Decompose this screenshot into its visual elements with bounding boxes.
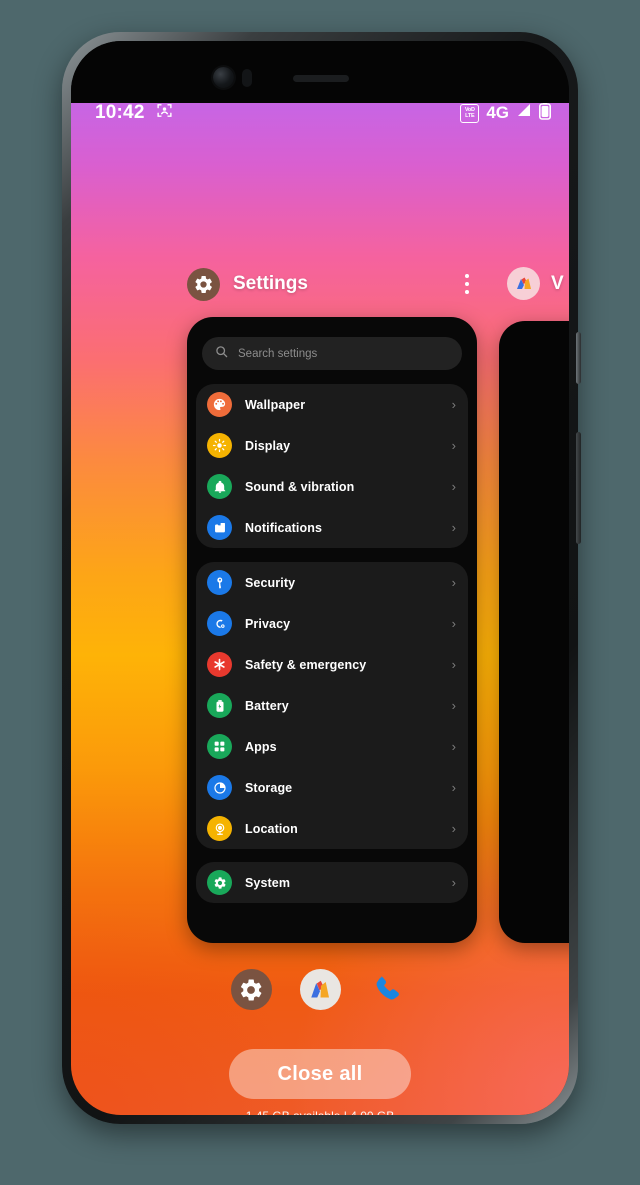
chevron-right-icon: › bbox=[451, 657, 456, 672]
settings-row-wallpaper[interactable]: Wallpaper › bbox=[196, 384, 468, 425]
notification-box-icon bbox=[207, 515, 232, 540]
settings-group-3: System › bbox=[196, 862, 468, 903]
settings-row-label: Security bbox=[245, 575, 296, 590]
memory-status-label: 1.45 GB available | 4.00 GB bbox=[71, 1109, 569, 1115]
settings-row-privacy[interactable]: Privacy › bbox=[196, 603, 468, 644]
proximity-sensor-icon bbox=[242, 69, 252, 87]
settings-row-label: Battery bbox=[245, 698, 289, 713]
palette-icon bbox=[207, 392, 232, 417]
settings-row-label: Notifications bbox=[245, 520, 322, 535]
settings-row-label: Location bbox=[245, 821, 298, 836]
settings-row-location[interactable]: Location › bbox=[196, 808, 468, 849]
brightness-icon bbox=[207, 433, 232, 458]
chevron-right-icon: › bbox=[451, 616, 456, 631]
top-bezel bbox=[71, 41, 569, 103]
status-bar-clock: 10:42 bbox=[95, 102, 145, 123]
settings-group-2: Security › Privacy › Safety & emergency … bbox=[196, 562, 468, 849]
volte-icon-bottom: LTE bbox=[465, 113, 475, 119]
phone-handset-icon bbox=[376, 975, 399, 999]
recents-card-header[interactable]: Settings bbox=[187, 265, 477, 303]
settings-row-label: Safety & emergency bbox=[245, 657, 367, 672]
card-app-title: Settings bbox=[233, 273, 308, 294]
kebab-menu-icon[interactable] bbox=[457, 272, 477, 296]
settings-row-label: Sound & vibration bbox=[245, 479, 355, 494]
settings-row-sound-vibration[interactable]: Sound & vibration › bbox=[196, 466, 468, 507]
search-input-placeholder: Search settings bbox=[238, 347, 318, 360]
settings-row-display[interactable]: Display › bbox=[196, 425, 468, 466]
privacy-hand-icon bbox=[207, 611, 232, 636]
volte-icon: VoD LTE bbox=[460, 103, 480, 123]
mapsme-app-icon bbox=[507, 267, 540, 300]
asterisk-icon bbox=[207, 652, 232, 677]
location-pin-icon bbox=[207, 816, 232, 841]
kebab-dot bbox=[465, 274, 469, 278]
chevron-right-icon: › bbox=[451, 479, 456, 494]
chevron-right-icon: › bbox=[451, 438, 456, 453]
key-icon bbox=[207, 570, 232, 595]
phone-device-frame: 10:42 VoD LTE 4G Settings V Search setti… bbox=[62, 32, 581, 1124]
search-icon bbox=[215, 345, 228, 363]
settings-row-battery[interactable]: Battery › bbox=[196, 685, 468, 726]
settings-row-label: System bbox=[245, 875, 291, 890]
recents-task-card-settings[interactable]: Search settings Wallpaper › Display › So… bbox=[187, 317, 477, 943]
chevron-right-icon: › bbox=[451, 780, 456, 795]
recents-card-header-secondary[interactable]: V bbox=[507, 267, 564, 300]
screen-content: 10:42 VoD LTE 4G Settings V Search setti… bbox=[71, 93, 569, 1115]
settings-row-label: Privacy bbox=[245, 616, 291, 631]
settings-row-safety-emergency[interactable]: Safety & emergency › bbox=[196, 644, 468, 685]
network-type-label: 4G bbox=[486, 103, 509, 122]
chevron-right-icon: › bbox=[451, 739, 456, 754]
settings-gear-icon bbox=[240, 979, 262, 1000]
pie-chart-icon bbox=[207, 775, 232, 800]
close-all-button[interactable]: Close all bbox=[229, 1049, 411, 1099]
volume-button[interactable] bbox=[576, 432, 581, 544]
search-settings-field[interactable]: Search settings bbox=[202, 337, 462, 370]
face-scan-icon bbox=[156, 102, 173, 124]
kebab-dot bbox=[465, 282, 469, 286]
chevron-right-icon: › bbox=[451, 520, 456, 535]
settings-gear-icon bbox=[187, 267, 220, 301]
chevron-right-icon: › bbox=[451, 575, 456, 590]
power-button[interactable] bbox=[576, 332, 581, 384]
settings-row-security[interactable]: Security › bbox=[196, 562, 468, 603]
settings-row-storage[interactable]: Storage › bbox=[196, 767, 468, 808]
settings-row-apps[interactable]: Apps › bbox=[196, 726, 468, 767]
settings-row-label: Storage bbox=[245, 780, 293, 795]
app-suggestion-dock bbox=[71, 969, 569, 1010]
earpiece-speaker bbox=[293, 75, 349, 82]
front-camera-icon bbox=[213, 67, 234, 88]
settings-row-notifications[interactable]: Notifications › bbox=[196, 507, 468, 548]
bell-icon bbox=[207, 474, 232, 499]
status-bar-right: VoD LTE 4G bbox=[460, 101, 551, 125]
signal-bars-icon bbox=[516, 103, 532, 123]
chevron-right-icon: › bbox=[451, 821, 456, 836]
kebab-dot bbox=[465, 290, 469, 294]
phone-screen-area: 10:42 VoD LTE 4G Settings V Search setti… bbox=[71, 41, 569, 1115]
recents-task-card-secondary[interactable] bbox=[499, 321, 569, 943]
grid-apps-icon bbox=[207, 734, 232, 759]
chevron-right-icon: › bbox=[451, 397, 456, 412]
settings-group-1: Wallpaper › Display › Sound & vibration … bbox=[196, 384, 468, 548]
chevron-right-icon: › bbox=[451, 875, 456, 890]
settings-row-label: Wallpaper bbox=[245, 397, 306, 412]
settings-row-label: Display bbox=[245, 438, 291, 453]
battery-icon bbox=[539, 101, 551, 125]
status-bar-left: 10:42 bbox=[95, 102, 173, 124]
settings-row-system[interactable]: System › bbox=[196, 862, 468, 903]
settings-row-label: Apps bbox=[245, 739, 277, 754]
battery-status-icon bbox=[207, 693, 232, 718]
system-gear-icon bbox=[207, 870, 232, 895]
card-app-title-secondary: V bbox=[551, 272, 564, 294]
mapsme-app-icon bbox=[311, 980, 329, 997]
dock-item-phone[interactable] bbox=[369, 969, 410, 1010]
chevron-right-icon: › bbox=[451, 698, 456, 713]
dock-item-maps[interactable] bbox=[299, 969, 341, 1010]
dock-item-settings[interactable] bbox=[230, 969, 272, 1010]
